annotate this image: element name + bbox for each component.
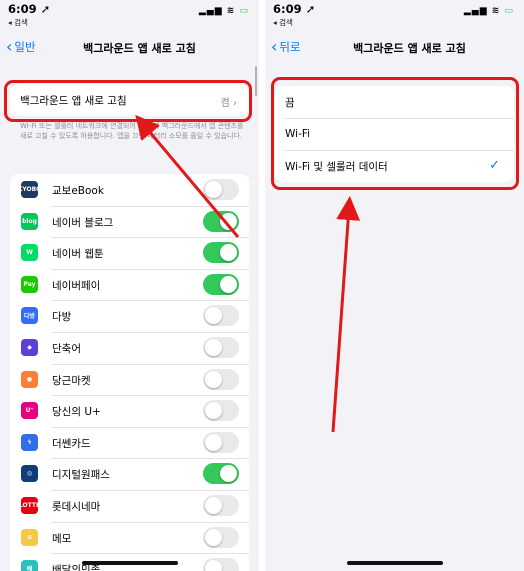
- arrow-to-setting: [135, 114, 240, 238]
- arrow-to-options: [331, 196, 361, 433]
- annotation-arrows: [135, 114, 361, 433]
